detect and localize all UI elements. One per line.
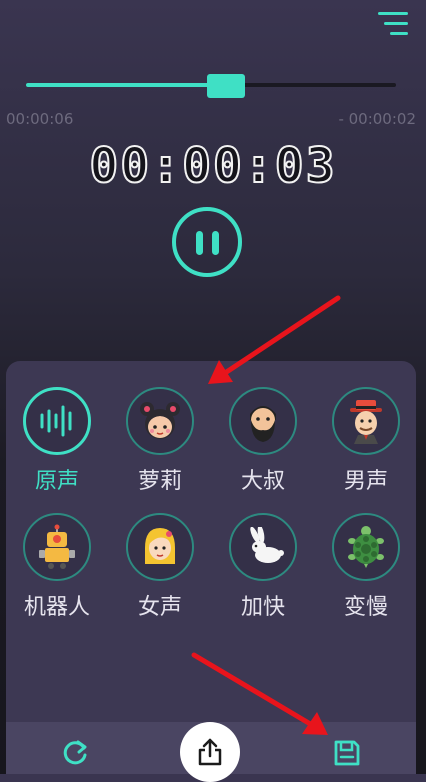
effect-faster[interactable]: 加快	[215, 513, 311, 621]
girl-icon	[140, 402, 180, 439]
rabbit-icon	[250, 527, 284, 563]
slider-thumb[interactable]	[206, 74, 245, 98]
elapsed-time: 00:00:06	[6, 110, 74, 128]
effect-female[interactable]: 女声	[112, 513, 208, 621]
man-with-hat-icon	[350, 400, 382, 444]
recording-timer: 00:00:03	[88, 137, 337, 195]
waveform-icon	[40, 405, 72, 437]
effect-label: 原声	[34, 469, 79, 494]
effect-label: 萝莉	[137, 469, 182, 494]
woman-icon	[145, 528, 175, 564]
pause-button[interactable]	[172, 207, 242, 277]
effect-label: 男声	[343, 469, 388, 494]
progress-slider[interactable]	[26, 74, 396, 98]
effect-label: 大叔	[240, 469, 285, 494]
effect-original[interactable]: 原声	[9, 387, 105, 495]
effect-label: 变慢	[343, 595, 388, 620]
effect-label: 加快	[240, 595, 285, 620]
pause-icon	[196, 231, 203, 255]
effect-label: 女声	[137, 595, 182, 620]
effect-slower[interactable]: 变慢	[318, 513, 414, 621]
menu-icon[interactable]	[376, 10, 408, 38]
save-icon[interactable]	[332, 738, 362, 772]
turtle-icon	[348, 526, 384, 568]
share-icon	[198, 738, 222, 766]
effect-uncle[interactable]: 大叔	[215, 387, 311, 495]
voice-effects-panel: 原声 萝莉 大叔 男声 机器人 女声 加快 变慢	[6, 361, 416, 774]
effect-male[interactable]: 男声	[318, 387, 414, 495]
share-button[interactable]	[180, 722, 240, 782]
remaining-time: - 00:00:02	[338, 110, 416, 128]
effect-label: 机器人	[23, 595, 90, 620]
slider-fill	[26, 83, 226, 87]
effect-loli[interactable]: 萝莉	[112, 387, 208, 495]
effect-robot[interactable]: 机器人	[9, 513, 105, 621]
bearded-man-icon	[250, 406, 276, 442]
robot-icon	[39, 524, 75, 569]
refresh-icon[interactable]	[60, 738, 90, 772]
